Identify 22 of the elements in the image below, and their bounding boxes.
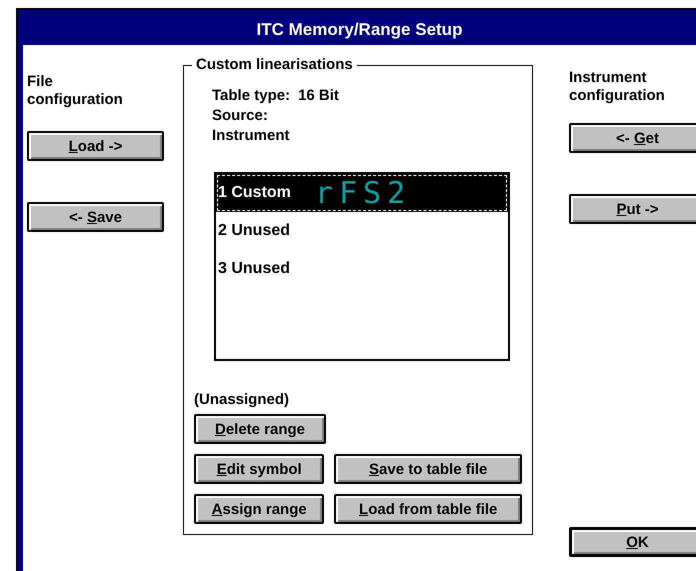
action-button[interactable]: <- Get [569,123,696,153]
action-button[interactable]: <- Save [27,202,164,232]
field-value: 16 Bit [298,86,339,106]
item-label: 1 Custom [218,184,291,202]
assignment-status: (Unassigned) [194,391,290,408]
field-label: Source: [212,106,269,126]
list-item[interactable]: 1 Custom rFS2 [216,174,508,212]
field-label: Table type: [212,86,290,106]
section-heading: File configuration [27,73,124,110]
action-button[interactable]: Assign range [194,494,324,524]
segment-display-text: rFS2 [314,176,412,210]
action-button[interactable]: Put -> [569,194,696,224]
action-button[interactable]: Load -> [27,131,164,161]
action-button[interactable]: Save to table file [334,454,522,484]
ok-button[interactable]: OK [569,527,696,557]
action-button[interactable]: Load from table file [334,494,522,524]
section-heading: Instrument configuration [569,69,666,106]
item-label: 3 Unused [218,260,290,278]
item-label: 2 Unused [218,222,290,240]
field-value: Instrument [212,126,291,146]
action-button[interactable]: Edit symbol [194,454,324,484]
action-button[interactable]: Delete range [194,414,326,444]
